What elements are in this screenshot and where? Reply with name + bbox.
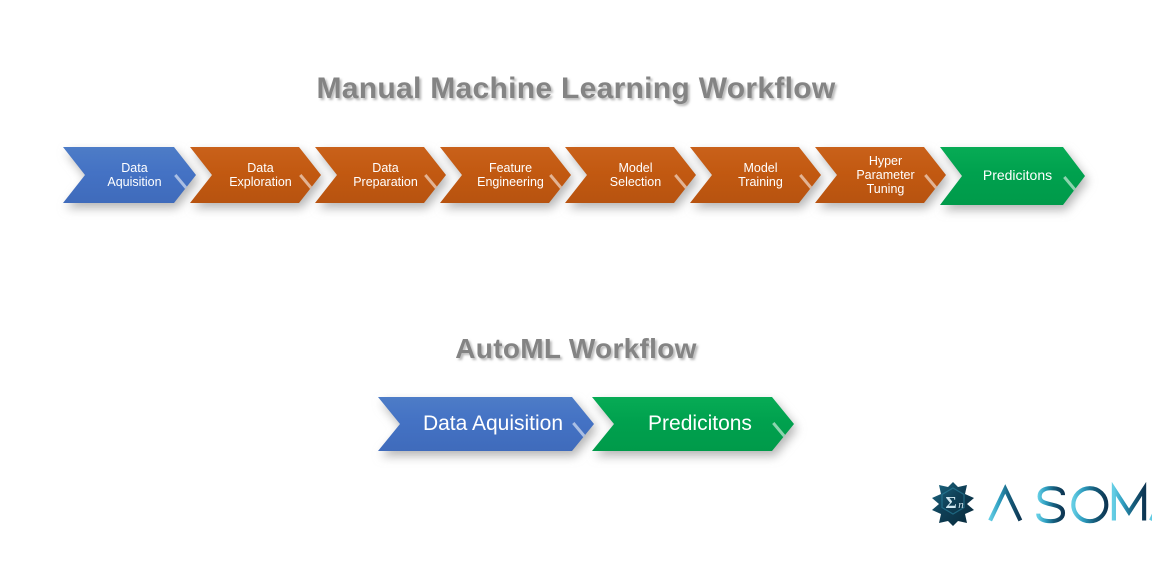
step-predicitons[interactable]: Predicitons [940,147,1085,205]
pipeline-step: Feature Engineering [440,147,571,203]
step-label: Hyper Parameter Tuning [856,154,915,196]
step-label: Model Training [738,161,783,189]
bevel-highlight-icon [311,174,335,202]
step-model-selection[interactable]: Model Selection [565,147,696,203]
pipeline-step: Model Training [690,147,821,203]
bevel-highlight-icon [186,174,210,202]
pipeline-step: Model Selection [565,147,696,203]
aisoma-hexagon-sigma-emblem-icon: Σ n [932,482,974,526]
pipeline-step: Data Preparation [315,147,446,203]
bevel-highlight-icon [686,174,710,202]
automl-step-data-aquisition[interactable]: Data Aquisition [378,397,594,451]
bevel-highlight-icon [772,422,796,450]
pipeline-step: Data Aquisition [63,147,196,203]
aisoma-wordmark [988,482,1152,524]
step-data-aquisition[interactable]: Data Aquisition [63,147,196,203]
pipeline-step: Predicitons [592,397,794,451]
step-label: Predicitons [648,412,752,436]
bevel-highlight-icon [588,422,612,450]
automl-workflow-pipeline: Data Aquisition Predicitons [378,397,792,451]
bevel-highlight-icon [561,174,585,202]
automl-workflow-title: AutoML Workflow [455,333,697,364]
step-data-exploration[interactable]: Data Exploration [190,147,321,203]
aisoma-logo: Σ n [928,476,1152,532]
bevel-highlight-icon [811,174,835,202]
step-label: Data Preparation [353,161,418,189]
bevel-highlight-icon [1063,176,1087,204]
bevel-highlight-icon [59,174,83,202]
step-hyper-parameter-tuning[interactable]: Hyper Parameter Tuning [815,147,946,203]
pipeline-step: Data Aquisition [378,397,594,451]
manual-workflow-pipeline: Data Aquisition Data Exploration Data Prepa… [63,147,1079,205]
step-label: Data Aquisition [422,412,564,436]
svg-text:Σ: Σ [945,493,956,512]
step-model-training[interactable]: Model Training [690,147,821,203]
step-label: Data Exploration [229,161,292,189]
diagram-canvas: Manual Machine Learning Workflow Data Aqu… [0,0,1152,562]
step-label: Predicitons [982,167,1053,184]
bevel-highlight-icon [936,176,960,204]
pipeline-step: Data Exploration [190,147,321,203]
step-data-preparation[interactable]: Data Preparation [315,147,446,203]
step-feature-engineering[interactable]: Feature Engineering [440,147,571,203]
svg-text:n: n [958,499,964,511]
pipeline-step: Hyper Parameter Tuning [815,147,946,203]
pipeline-step: Predicitons [940,147,1085,205]
bevel-highlight-icon [374,422,398,450]
manual-workflow-title: Manual Machine Learning Workflow [316,72,836,105]
automl-step-predicitons[interactable]: Predicitons [592,397,794,451]
step-label: Model Selection [609,161,662,189]
bevel-highlight-icon [436,174,460,202]
step-label: Feature Engineering [477,161,544,189]
step-label: Data Aquisition [107,161,162,189]
